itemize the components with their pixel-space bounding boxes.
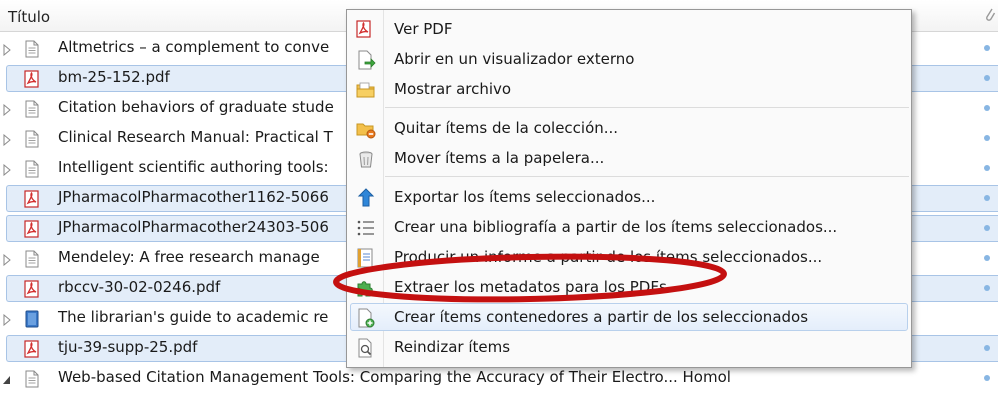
expand-twisty-icon[interactable] [2,42,12,57]
document-icon [24,100,40,118]
item-title: JPharmacolPharmacother24303-506 [58,218,329,236]
status-dot-icon [984,375,990,381]
menu-separator [385,176,909,177]
document-icon [24,250,40,268]
document-icon [24,370,40,388]
open-external-icon [356,50,376,70]
menu-item[interactable]: Ver PDF [347,14,911,44]
pdf-icon [24,70,40,88]
expanded-twisty-icon[interactable] [2,372,12,384]
item-title: Mendeley: A free research manage [58,248,320,266]
menu-separator [385,107,909,108]
pdf-icon [24,190,40,208]
item-title: JPharmacolPharmacother1162-5066 [58,188,329,206]
remove-from-collection-icon [356,119,376,139]
menu-item-label: Reindizar ítems [394,338,511,356]
status-dot-icon [984,225,990,231]
menu-item[interactable]: Reindizar ítems [347,332,911,362]
menu-item-label: Mover ítems a la papelera... [394,149,605,167]
menu-item[interactable]: Crear una bibliografía a partir de los í… [347,212,911,242]
status-dot-icon [984,75,990,81]
status-dot-icon [984,105,990,111]
menu-item-label: Mostrar archivo [394,80,512,98]
status-dot-icon [984,285,990,291]
report-icon [356,248,376,268]
document-icon [24,130,40,148]
export-icon [356,188,376,208]
menu-item-label: Quitar ítems de la colección... [394,119,619,137]
document-icon [24,40,40,58]
status-dot-icon [984,135,990,141]
bibliography-icon [356,218,376,238]
menu-item[interactable]: Quitar ítems de la colección... [347,113,911,143]
document-icon [24,160,40,178]
menu-item[interactable]: Exportar los ítems seleccionados... [347,182,911,212]
menu-item[interactable]: Crear ítems contenedores a partir de los… [347,302,911,332]
menu-item-label: Abrir en un visualizador externo [394,50,635,68]
item-title: Web-based Citation Management Tools: Com… [58,368,731,386]
create-parent-icon [356,308,376,328]
expand-twisty-icon[interactable] [2,252,12,267]
trash-icon [356,149,376,169]
item-title: Altmetrics – a complement to conve [58,38,330,56]
attachment-column-icon[interactable] [984,6,998,26]
menu-item-label: Extraer los metadatos para los PDFs [394,278,667,296]
item-title: Clinical Research Manual: Practical T [58,128,333,146]
pdf-icon [24,280,40,298]
puzzle-icon [356,278,376,298]
pdf-icon [356,20,376,40]
status-dot-icon [984,165,990,171]
item-title: Citation behaviors of graduate stude [58,98,334,116]
context-menu: Ver PDF Abrir en un visualizador externo M… [346,9,912,368]
expand-twisty-icon[interactable] [2,162,12,177]
menu-item-label: Exportar los ítems seleccionados... [394,188,656,206]
book-icon [24,310,40,328]
menu-item[interactable]: Extraer los metadatos para los PDFs [347,272,911,302]
reindex-icon [356,338,376,358]
item-title: tju-39-supp-25.pdf [58,338,198,356]
status-dot-icon [984,255,990,261]
item-title: bm-25-152.pdf [58,68,170,86]
folder-icon [356,80,376,100]
menu-item-label: Ver PDF [394,20,453,38]
status-dot-icon [984,195,990,201]
status-dot-icon [984,45,990,51]
menu-item[interactable]: Mostrar archivo [347,74,911,104]
column-title[interactable]: Título [8,8,50,26]
pdf-icon [24,340,40,358]
pdf-icon [24,220,40,238]
expand-twisty-icon[interactable] [2,312,12,327]
expand-twisty-icon[interactable] [2,102,12,117]
menu-item[interactable]: Mover ítems a la papelera... [347,143,911,173]
menu-item-label: Crear ítems contenedores a partir de los… [394,308,809,326]
menu-item[interactable]: Abrir en un visualizador externo [347,44,911,74]
expand-twisty-icon[interactable] [2,132,12,147]
item-title: rbccv-30-02-0246.pdf [58,278,221,296]
item-title: Intelligent scientific authoring tools: [58,158,329,176]
status-dot-icon [984,345,990,351]
menu-item-label: Producir un informe a partir de los ítem… [394,248,823,266]
item-title: The librarian's guide to academic re [58,308,329,326]
menu-item[interactable]: Producir un informe a partir de los ítem… [347,242,911,272]
menu-item-label: Crear una bibliografía a partir de los í… [394,218,838,236]
